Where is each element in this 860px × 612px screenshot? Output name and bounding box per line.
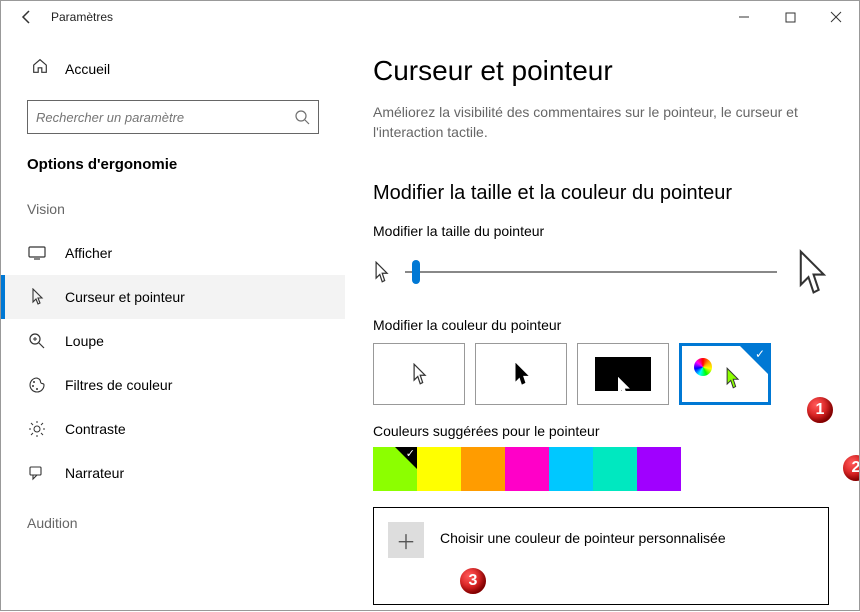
pointer-color-options: ✓ 1 [373,343,829,405]
narrator-icon [27,464,47,482]
page-description: Améliorez la visibilité des commentaires… [373,103,813,142]
plus-icon: ＋ [396,526,416,555]
suggested-colors-row: ✓ 2 [373,447,829,491]
sidebar-item-label: Narrateur [65,465,124,481]
close-button[interactable] [813,1,859,33]
home-label: Accueil [65,61,110,77]
search-box[interactable] [27,100,319,134]
search-input[interactable] [36,110,294,125]
color-wheel-icon [694,358,712,376]
pointer-size-slider-row [373,249,829,295]
window-title: Paramètres [51,10,113,24]
display-icon [27,246,47,260]
color-label: Modifier la couleur du pointeur [373,317,829,333]
pointer-color-option-white[interactable] [373,343,465,405]
cursor-icon [27,288,47,306]
sidebar-item-curseur-et-pointeur[interactable]: Curseur et pointeur [1,275,345,319]
sidebar-item-label: Curseur et pointeur [65,289,185,305]
sidebar-item-label: Contraste [65,421,126,437]
annotation-1: 1 [805,395,835,425]
sidebar-item-loupe[interactable]: Loupe [1,319,345,363]
maximize-button[interactable] [767,1,813,33]
suggested-color-swatch[interactable] [593,447,637,491]
sidebar-item-label: Afficher [65,245,112,261]
sidebar-item-filtres-couleur[interactable]: Filtres de couleur [1,363,345,407]
section-heading: Modifier la taille et la couleur du poin… [373,182,829,205]
section-title: Options d'ergonomie [1,156,345,173]
palette-icon [27,376,47,394]
pointer-size-slider[interactable] [405,260,777,284]
suggested-color-swatch[interactable] [417,447,461,491]
home-icon [31,57,49,80]
custom-color-label: Choisir une couleur de pointeur personna… [440,522,726,546]
sidebar: Accueil Options d'ergonomie Vision Affic… [1,33,345,612]
page-title: Curseur et pointeur [373,55,829,87]
group-vision-header: Vision [1,201,345,217]
check-icon: ✓ [755,347,765,361]
check-icon: ✓ [406,447,415,460]
back-button[interactable] [13,3,41,31]
sidebar-item-afficher[interactable]: Afficher [1,231,345,275]
window-controls [721,1,859,33]
cursor-large-icon [793,249,829,295]
home-nav[interactable]: Accueil [1,51,345,86]
pointer-color-option-inverted[interactable] [577,343,669,405]
minimize-button[interactable] [721,1,767,33]
suggested-color-swatch[interactable] [549,447,593,491]
title-bar: Paramètres [1,1,859,33]
sidebar-item-narrateur[interactable]: Narrateur [1,451,345,495]
custom-color-box: ＋ Choisir une couleur de pointeur person… [373,507,829,605]
slider-track [405,271,777,273]
search-icon [294,109,310,125]
add-custom-color-button[interactable]: ＋ [388,522,424,558]
sidebar-item-contraste[interactable]: Contraste [1,407,345,451]
pointer-color-option-black[interactable] [475,343,567,405]
annotation-2: 2 [841,453,859,483]
sidebar-item-label: Loupe [65,333,104,349]
suggested-color-swatch[interactable] [505,447,549,491]
group-audition-header: Audition [1,515,345,531]
pointer-color-option-custom[interactable]: ✓ [679,343,771,405]
suggested-color-swatch[interactable] [637,447,681,491]
suggested-color-swatch[interactable]: ✓ [373,447,417,491]
suggested-colors-label: Couleurs suggérées pour le pointeur [373,423,829,439]
suggested-color-swatch[interactable] [461,447,505,491]
contrast-icon [27,420,47,438]
slider-thumb[interactable] [412,260,420,284]
size-label: Modifier la taille du pointeur [373,223,829,239]
magnifier-icon [27,332,47,350]
content-area: Curseur et pointeur Améliorez la visibil… [345,33,859,612]
annotation-3: 3 [458,566,488,596]
cursor-small-icon [373,261,389,283]
sidebar-item-label: Filtres de couleur [65,377,172,393]
